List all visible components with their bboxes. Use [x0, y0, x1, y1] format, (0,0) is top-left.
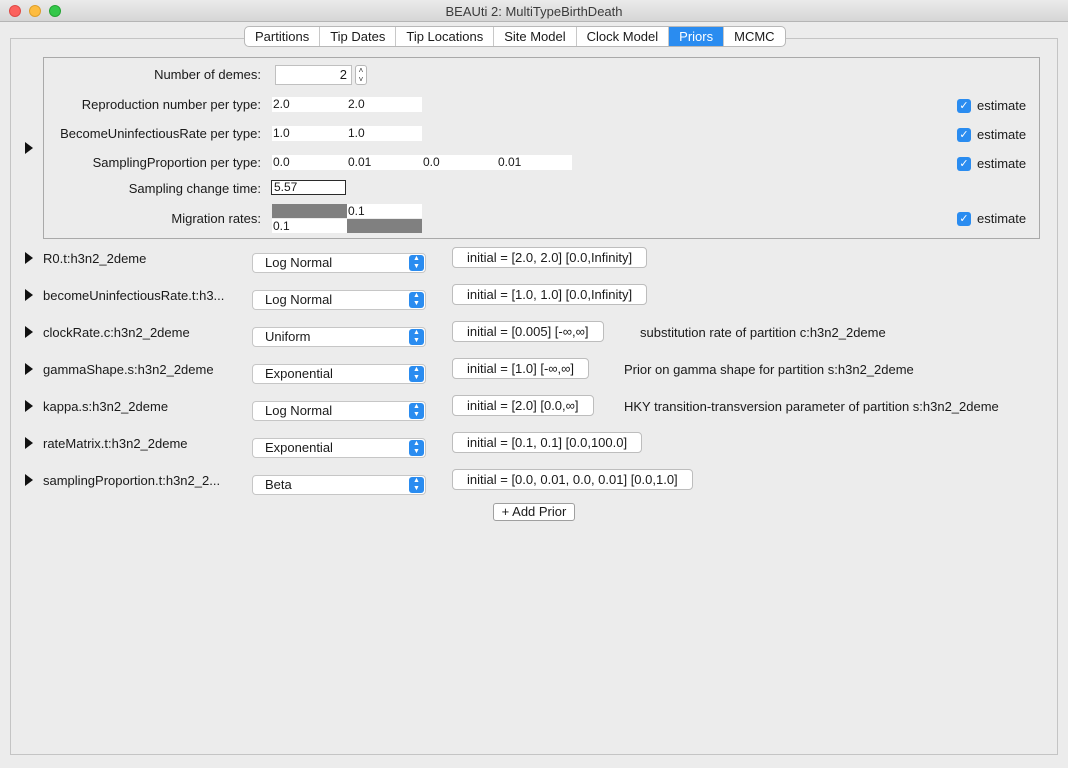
distribution-value: Beta [265, 477, 292, 492]
expand-triangle-icon[interactable] [25, 363, 33, 375]
migration-label: Migration rates: [171, 211, 261, 226]
expand-triangle-icon[interactable] [25, 252, 33, 264]
distribution-select[interactable]: Exponential ▲ ▼ [252, 364, 426, 384]
select-arrows-icon: ▲ ▼ [409, 403, 424, 419]
prior-description: HKY transition-transversion parameter of… [624, 399, 999, 414]
distribution-value: Log Normal [265, 292, 333, 307]
initial-value-button[interactable]: initial = [0.005] [-∞,∞] [452, 321, 604, 342]
expand-triangle-icon[interactable] [25, 400, 33, 412]
select-arrows-icon: ▲ ▼ [409, 440, 424, 456]
initial-value-button[interactable]: initial = [1.0] [-∞,∞] [452, 358, 590, 379]
initial-value-button[interactable]: initial = [1.0, 1.0] [0.0,Infinity] [452, 284, 648, 305]
sampling-cell[interactable]: 0.01 [497, 155, 572, 170]
tab-mcmc[interactable]: MCMC [724, 27, 784, 46]
tab-bar: Partitions Tip Dates Tip Locations Site … [244, 26, 786, 47]
tab-partitions[interactable]: Partitions [245, 27, 321, 46]
tab-site-model[interactable]: Site Model [494, 27, 577, 46]
sampling-cell[interactable]: 0.01 [347, 155, 422, 170]
select-arrows-icon: ▲ ▼ [409, 255, 424, 271]
estimate-checkbox[interactable]: ✓ [957, 99, 971, 113]
migration-diagonal-cell [272, 204, 347, 218]
distribution-value: Uniform [265, 329, 311, 344]
select-arrows-icon: ▲ ▼ [409, 366, 424, 382]
select-arrows-icon: ▲ ▼ [409, 329, 424, 345]
initial-value-button[interactable]: initial = [0.1, 0.1] [0.0,100.0] [452, 432, 643, 453]
migration-diagonal-cell [347, 219, 422, 233]
estimate-checkbox[interactable]: ✓ [957, 212, 971, 226]
estimate-label: estimate [977, 127, 1027, 142]
estimate-label: estimate [977, 211, 1027, 226]
estimate-checkbox[interactable]: ✓ [957, 128, 971, 142]
initial-value-button[interactable]: initial = [2.0, 2.0] [0.0,Infinity] [452, 247, 648, 268]
title-bar: BEAUti 2: MultiTypeBirthDeath [0, 0, 1068, 22]
migration-cell[interactable]: 0.1 [347, 204, 422, 218]
distribution-value: Exponential [265, 440, 333, 455]
distribution-select[interactable]: Log Normal ▲ ▼ [252, 290, 426, 310]
sampling-cell[interactable]: 0.0 [422, 155, 497, 170]
distribution-select[interactable]: Uniform ▲ ▼ [252, 327, 426, 347]
distribution-value: Log Normal [265, 403, 333, 418]
initial-value-button[interactable]: initial = [2.0] [0.0,∞] [452, 395, 594, 416]
prior-description: substitution rate of partition c:h3n2_2d… [640, 325, 886, 340]
prior-name: kappa.s:h3n2_2deme [43, 399, 169, 414]
select-arrows-icon: ▲ ▼ [409, 292, 424, 308]
distribution-select[interactable]: Log Normal ▲ ▼ [252, 401, 426, 421]
reproduction-cell[interactable]: 2.0 [347, 97, 422, 112]
prior-description: Prior on gamma shape for partition s:h3n… [624, 362, 914, 377]
prior-name: becomeUninfectiousRate.t:h3... [43, 288, 225, 303]
estimate-label: estimate [977, 98, 1027, 113]
window-title: BEAUti 2: MultiTypeBirthDeath [445, 4, 623, 19]
migration-cell[interactable]: 0.1 [272, 219, 347, 233]
prior-name: clockRate.c:h3n2_2deme [43, 325, 190, 340]
reproduction-label: Reproduction number per type: [81, 97, 261, 112]
tab-priors[interactable]: Priors [669, 27, 725, 46]
uninfectious-cell[interactable]: 1.0 [272, 126, 347, 141]
expand-triangle-icon[interactable] [25, 437, 33, 449]
initial-value-button[interactable]: initial = [0.0, 0.01, 0.0, 0.01] [0.0,1.… [452, 469, 693, 490]
expand-triangle-icon[interactable] [25, 474, 33, 486]
uninfectious-cell[interactable]: 1.0 [347, 126, 422, 141]
uninfectious-values: 1.0 1.0 [272, 126, 422, 141]
estimate-checkbox[interactable]: ✓ [957, 157, 971, 171]
prior-name: gammaShape.s:h3n2_2deme [43, 362, 214, 377]
prior-name: R0.t:h3n2_2deme [43, 251, 147, 266]
sampling-proportion-label: SamplingProportion per type: [92, 155, 261, 170]
estimate-label: estimate [977, 156, 1027, 171]
select-arrows-icon: ▲ ▼ [409, 477, 424, 493]
expand-triangle-icon[interactable] [25, 326, 33, 338]
sampling-cell[interactable]: 0.0 [272, 155, 347, 170]
distribution-value: Exponential [265, 366, 333, 381]
reproduction-values: 2.0 2.0 [272, 97, 422, 112]
tab-tip-dates[interactable]: Tip Dates [320, 27, 397, 46]
demes-input[interactable]: 2 [275, 65, 352, 85]
demes-label: Number of demes: [154, 67, 261, 82]
distribution-select[interactable]: Exponential ▲ ▼ [252, 438, 426, 458]
expand-triangle-icon[interactable] [25, 142, 33, 154]
tab-tip-locations[interactable]: Tip Locations [396, 27, 495, 46]
sampling-change-input[interactable]: 5.57 [271, 180, 346, 195]
distribution-value: Log Normal [265, 255, 333, 270]
sampling-proportion-values: 0.0 0.01 0.0 0.01 [272, 155, 572, 170]
reproduction-cell[interactable]: 2.0 [272, 97, 347, 112]
sampling-change-label: Sampling change time: [128, 181, 261, 196]
distribution-select[interactable]: Beta ▲ ▼ [252, 475, 426, 495]
tab-clock-model[interactable]: Clock Model [577, 27, 670, 46]
expand-triangle-icon[interactable] [25, 289, 33, 301]
uninfectious-label: BecomeUninfectiousRate per type: [60, 126, 261, 141]
distribution-select[interactable]: Log Normal ▲ ▼ [252, 253, 426, 273]
add-prior-button[interactable]: + Add Prior [493, 503, 575, 521]
prior-name: samplingProportion.t:h3n2_2... [43, 473, 221, 488]
prior-name: rateMatrix.t:h3n2_2deme [43, 436, 188, 451]
spinner-arrows-icon[interactable]: ˄ ˅ [355, 65, 367, 85]
